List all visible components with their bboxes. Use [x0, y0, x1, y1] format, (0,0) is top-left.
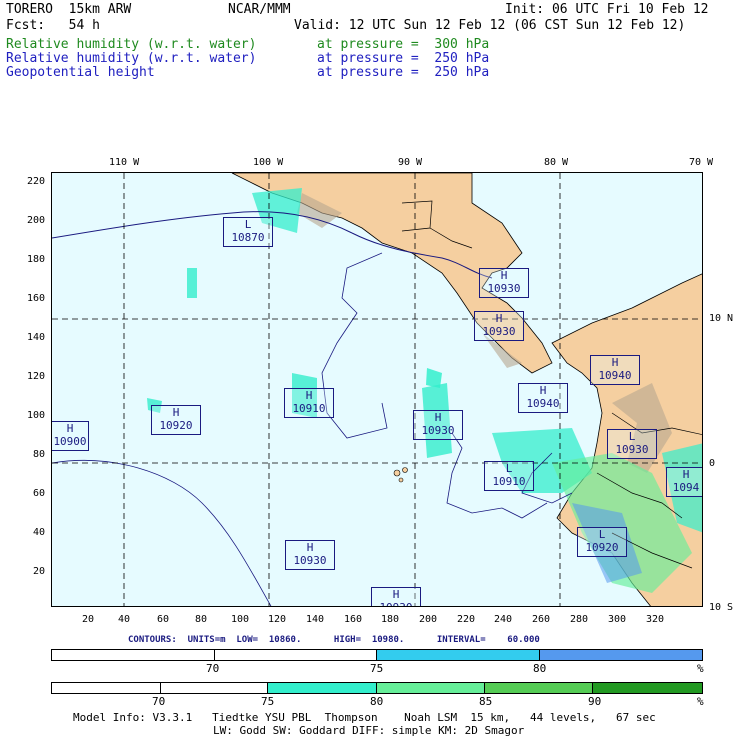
high-center-10940b: H 10940: [518, 383, 568, 413]
colorbar-300-tick: 75: [261, 695, 275, 708]
colorbar-250-unit: %: [697, 662, 704, 675]
x-tick: 20: [82, 614, 95, 625]
org-label: NCAR/MMM: [228, 2, 291, 17]
low-center-10870: L 10870: [223, 217, 273, 247]
colorbar-300-segment: [484, 683, 594, 693]
colorbar-300: [51, 682, 703, 694]
low-center-10920: L 10920: [577, 527, 627, 557]
map-panel: L 10870 H 10930 H 10930 H 10940 H 10940 L 1093…: [51, 172, 703, 607]
high-center-10920: H 10920: [151, 405, 201, 435]
colorbar-250-tick: 70: [206, 662, 220, 675]
island: [393, 469, 401, 477]
high-center-10930b: H 10930: [474, 311, 524, 341]
high-center-10930d: H 10930: [285, 540, 335, 570]
lat-label-0: 0: [709, 458, 716, 469]
model-info-line1: Model Info: V3.3.1 Tiedtke YSU PBL Thomp…: [73, 711, 656, 724]
field-geopot-name: Geopotential height: [6, 65, 155, 80]
contour-info: CONTOURS: UNITS=m LOW= 10860. HIGH= 1098…: [128, 635, 540, 645]
y-tick: 80: [33, 449, 46, 460]
colorbar-300-unit: %: [697, 695, 704, 708]
colorbar-300-tick: 85: [479, 695, 493, 708]
field-rh250-level: at pressure = 250 hPa: [317, 51, 490, 66]
lat-label-10s: 10 S: [709, 602, 734, 613]
low-center-10910: L 10910: [484, 461, 534, 491]
x-tick: 240: [494, 614, 513, 625]
colorbar-250-segment: [377, 650, 540, 660]
y-tick: 60: [33, 488, 46, 499]
lon-label-80w: 80 W: [544, 157, 569, 168]
colorbar-300-segment: [268, 683, 378, 693]
x-tick: 220: [457, 614, 476, 625]
lon-label-100w: 100 W: [253, 157, 284, 168]
field-rh300-name: Relative humidity (w.r.t. water): [6, 37, 257, 52]
lon-label-90w: 90 W: [398, 157, 423, 168]
x-tick: 260: [532, 614, 551, 625]
field-rh300-level: at pressure = 300 hPa: [317, 37, 490, 52]
high-center-10930: H 10930: [479, 268, 529, 298]
coastline: [52, 460, 272, 606]
y-tick: 160: [27, 293, 46, 304]
island: [402, 467, 408, 473]
model-info-line2: LW: Godd SW: Goddard DIFF: simple KM: 2D…: [213, 724, 525, 737]
x-tick: 60: [157, 614, 170, 625]
y-tick: 140: [27, 332, 46, 343]
init-time: Init: 06 UTC Fri 10 Feb 12: [505, 2, 709, 17]
humidity-patch: [426, 368, 442, 388]
x-tick: 160: [344, 614, 363, 625]
y-tick: 180: [27, 254, 46, 265]
y-tick: 20: [33, 566, 46, 577]
model-title: TORERO 15km ARW: [6, 2, 132, 17]
x-tick: 140: [306, 614, 325, 625]
colorbar-250-tick: 75: [370, 662, 384, 675]
valid-time: Valid: 12 UTC Sun 12 Feb 12 (06 CST Sun …: [294, 18, 686, 33]
x-tick: 120: [268, 614, 287, 625]
colorbar-300-segment: [52, 683, 161, 693]
lon-label-110w: 110 W: [109, 157, 140, 168]
lat-label-10n: 10 N: [709, 313, 734, 324]
humidity-patch: [187, 268, 197, 298]
forecast-hour: Fcst: 54 h: [6, 18, 100, 33]
y-tick: 120: [27, 371, 46, 382]
low-center-10930: L 10930: [607, 429, 657, 459]
x-tick: 320: [646, 614, 665, 625]
colorbar-300-segment: [377, 683, 485, 693]
x-tick: 180: [381, 614, 400, 625]
x-tick: 280: [570, 614, 589, 625]
field-geopot-level: at pressure = 250 hPa: [317, 65, 490, 80]
x-tick: 80: [195, 614, 208, 625]
high-center-10940: H 10940: [590, 355, 640, 385]
y-tick: 200: [27, 215, 46, 226]
y-tick: 220: [27, 176, 46, 187]
x-tick: 200: [419, 614, 438, 625]
lon-label-70w: 70 W: [689, 157, 714, 168]
high-center-10900: H 10900: [52, 421, 89, 451]
high-center-10910: H 10910: [284, 388, 334, 418]
colorbar-250-segment: [539, 650, 702, 660]
y-tick: 40: [33, 527, 46, 538]
colorbar-250-tick: 80: [533, 662, 547, 675]
colorbar-250: [51, 649, 703, 661]
x-tick: 40: [118, 614, 131, 625]
high-center-1094: H 1094: [666, 467, 702, 497]
x-tick: 100: [231, 614, 250, 625]
colorbar-250-segment: [214, 650, 377, 660]
x-tick: 300: [608, 614, 627, 625]
island: [398, 477, 404, 483]
field-rh250-name: Relative humidity (w.r.t. water): [6, 51, 257, 66]
high-center-10930c: H 10930: [413, 410, 463, 440]
colorbar-300-tick: 90: [588, 695, 602, 708]
high-center-10930e: H10930: [371, 587, 421, 606]
colorbar-300-segment: [160, 683, 269, 693]
colorbar-300-tick: 70: [152, 695, 166, 708]
colorbar-300-segment: [593, 683, 703, 693]
colorbar-300-tick: 80: [370, 695, 384, 708]
colorbar-250-segment: [52, 650, 215, 660]
y-tick: 100: [27, 410, 46, 421]
